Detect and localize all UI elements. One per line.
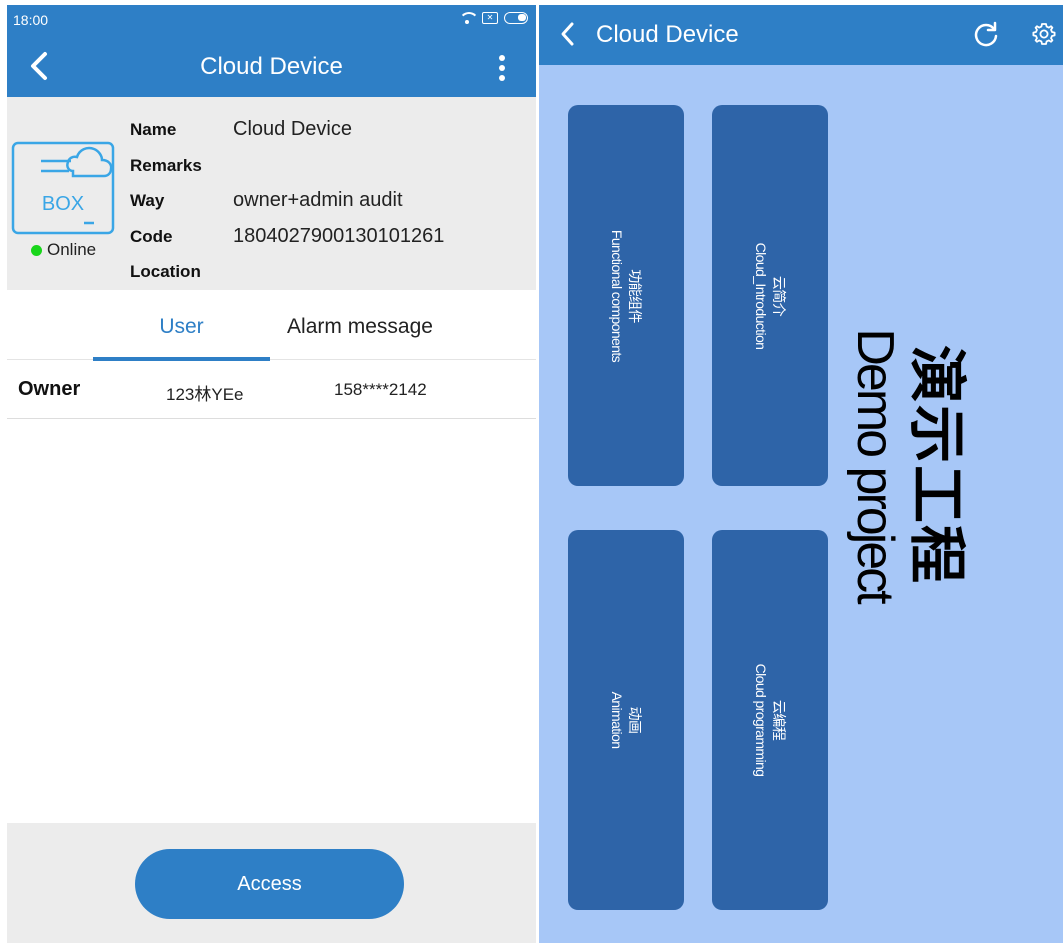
value-way: owner+admin audit xyxy=(233,189,403,211)
tile-label-cn: 动画 xyxy=(627,706,643,734)
device-detail-screen: 18:00 ✕ Cloud Device BOX Online Name Rem… xyxy=(7,5,536,943)
tile-label: 云简介 Cloud_Introduction xyxy=(752,242,788,349)
label-remarks: Remarks xyxy=(130,155,202,175)
label-code: Code xyxy=(130,226,173,246)
page-title: Cloud Device xyxy=(200,53,343,80)
tile-label: 动画 Animation xyxy=(608,692,644,749)
status-icons: ✕ xyxy=(458,11,528,25)
wifi-icon xyxy=(458,11,479,25)
tile-label-en: Cloud programming xyxy=(753,663,769,777)
value-code: 1804027900130101261 xyxy=(233,224,445,247)
demo-project-title-en: Demo project xyxy=(846,328,904,602)
demo-project-title: 演示工程 Demo project xyxy=(846,328,969,602)
box-icon-text: BOX xyxy=(42,193,84,215)
page-title-right: Cloud Device xyxy=(596,21,739,48)
tile-functional-components[interactable]: 功能组件 Functional components xyxy=(568,105,684,486)
online-status: Online xyxy=(31,240,96,260)
demo-project-title-cn: 演示工程 xyxy=(904,344,969,586)
online-status-label: Online xyxy=(47,240,97,259)
tile-label: 功能组件 Functional components xyxy=(608,229,644,361)
tile-label-en: Animation xyxy=(609,691,625,749)
tile-label-cn: 功能组件 xyxy=(627,268,643,323)
label-way: Way xyxy=(130,191,165,210)
refresh-icon[interactable] xyxy=(973,21,999,47)
user-name: 123林YEe xyxy=(166,385,244,404)
tab-bar: User Alarm message xyxy=(7,290,536,361)
device-info-panel: BOX Online Name Remarks Way Code Locatio… xyxy=(7,97,536,290)
screenshot-root: 18:00 ✕ Cloud Device BOX Online Name Rem… xyxy=(0,0,1063,943)
app-bar: Cloud Device xyxy=(7,35,536,97)
tab-alarm-label: Alarm message xyxy=(287,315,433,338)
sim-icon: ✕ xyxy=(482,12,498,24)
footer-bar: Access xyxy=(7,823,536,943)
value-name: Cloud Device xyxy=(233,118,352,140)
tile-label: 云编程 Cloud programming xyxy=(752,664,788,777)
device-info-values: Cloud Device owner+admin audit 180402790… xyxy=(233,118,444,296)
app-bar-right: Cloud Device xyxy=(539,5,1063,65)
tile-label-cn: 云简介 xyxy=(771,275,787,316)
online-dot-icon xyxy=(31,244,42,256)
value-remarks xyxy=(233,154,444,190)
tile-cloud-introduction[interactable]: 云简介 Cloud_Introduction xyxy=(712,105,828,486)
more-vertical-icon[interactable] xyxy=(498,55,506,81)
device-info-labels: Name Remarks Way Code Location xyxy=(130,120,202,298)
tab-alarm-message[interactable]: Alarm message xyxy=(270,290,450,360)
tab-user[interactable]: User xyxy=(93,290,270,361)
status-time: 18:00 xyxy=(13,12,49,28)
access-button[interactable]: Access xyxy=(135,849,404,919)
status-bar: 18:00 ✕ xyxy=(7,5,536,35)
user-role: Owner xyxy=(18,378,81,400)
tab-user-label: User xyxy=(159,315,204,338)
demo-project-screen: Cloud Device 功能组件 Functional components … xyxy=(539,5,1063,943)
back-arrow-icon[interactable] xyxy=(558,21,578,47)
tile-label-en: Functional components xyxy=(609,229,625,362)
user-row[interactable]: Owner 123林YEe 158****2142 xyxy=(7,361,536,419)
gear-icon[interactable] xyxy=(1032,22,1056,46)
tile-animation[interactable]: 动画 Animation xyxy=(568,530,684,910)
label-name: Name xyxy=(130,120,177,139)
tile-cloud-programming[interactable]: 云编程 Cloud programming xyxy=(712,530,828,910)
user-phone: 158****2142 xyxy=(334,380,427,399)
box-cloud-icon: BOX xyxy=(11,141,115,235)
tile-label-cn: 云编程 xyxy=(771,699,787,741)
battery-icon xyxy=(504,12,528,24)
tile-label-en: Cloud_Introduction xyxy=(753,242,769,349)
